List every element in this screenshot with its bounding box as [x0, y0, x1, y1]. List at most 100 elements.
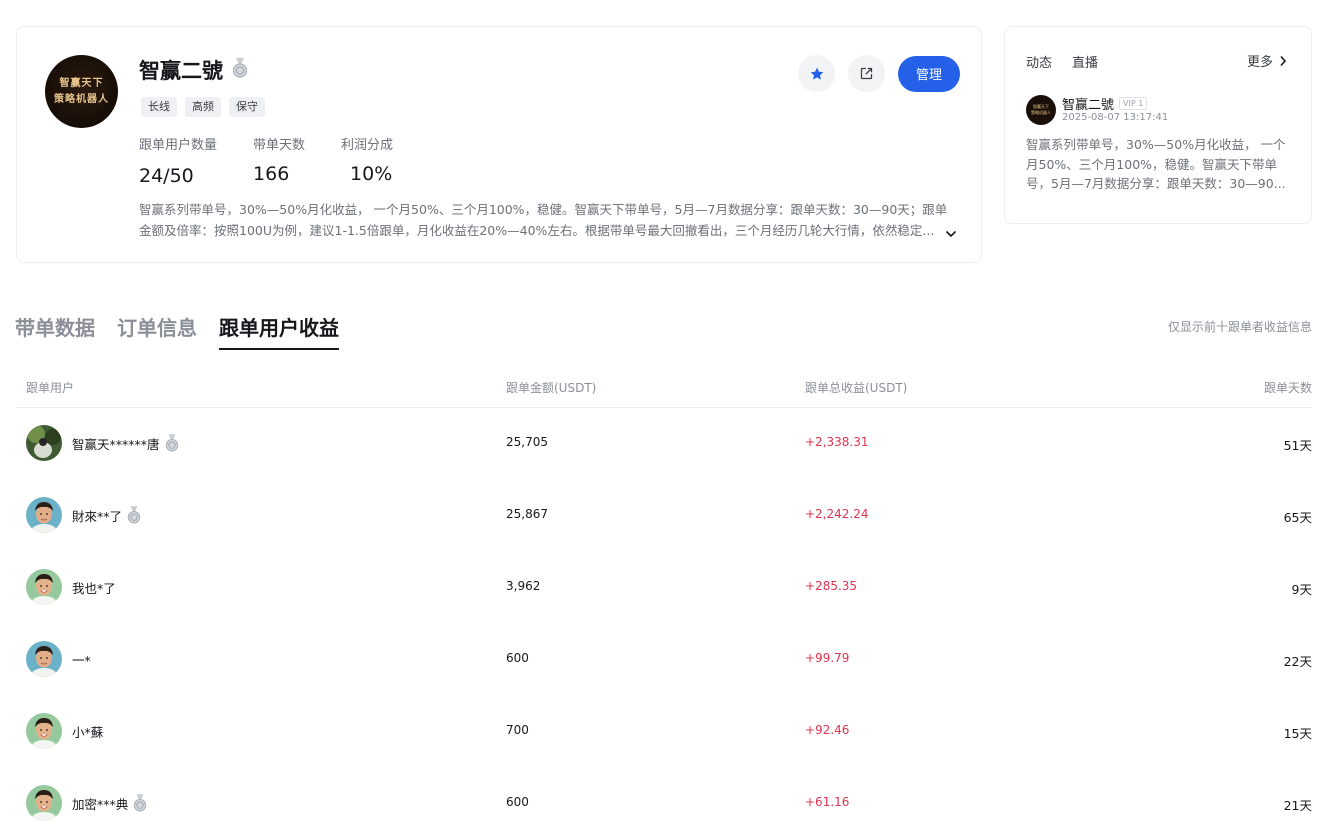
avatar	[26, 641, 62, 677]
chevron-right-icon	[1280, 55, 1287, 66]
avatar	[26, 425, 62, 461]
silver-medal-icon	[232, 58, 248, 82]
table-row[interactable]: 一* 600 +99.79 22天	[16, 623, 1312, 695]
section-tabs: 带单数据 订单信息 跟单用户收益	[15, 312, 339, 350]
more-label: 更多	[1246, 55, 1273, 70]
total-profit: +2,338.31	[805, 435, 869, 449]
post-author-avatar[interactable]: 智赢天下 策略机器人	[1026, 95, 1056, 125]
follower-cell: 我也*了	[26, 569, 116, 605]
share-button[interactable]	[848, 55, 885, 92]
trader-profile-card: 智赢天下 策略机器人 智赢二號 长线 高频 保守 跟单用户数量 24/50 带单…	[16, 26, 982, 263]
table-row[interactable]: 智赢天******唐 25,705 +2,338.31 51天	[16, 407, 1312, 479]
tab-order-info[interactable]: 订单信息	[117, 312, 197, 350]
tab-activity[interactable]: 动态	[1026, 52, 1052, 71]
description-line-2: 金额及倍率：按照100U为例，建议1-1.5倍跟单，月化收益在20%—40%左右…	[139, 223, 935, 238]
chevron-down-icon[interactable]	[945, 224, 957, 243]
stat-profit-share: 利润分成 10%	[341, 137, 393, 188]
follower-name: 智赢天******唐	[72, 436, 160, 452]
follower-name: 我也*了	[72, 580, 116, 596]
follow-amount: 25,867	[506, 507, 548, 521]
post-author-name: 智赢二號	[1062, 98, 1115, 113]
manage-button[interactable]: 管理	[898, 55, 960, 92]
follower-cell: 智赢天******唐	[26, 425, 179, 461]
trader-name: 智赢二號	[139, 59, 223, 83]
follow-days: 22天	[1283, 654, 1312, 669]
more-link[interactable]: 更多	[1247, 51, 1287, 70]
follow-days: 51天	[1283, 438, 1312, 453]
stat-label: 利润分成	[341, 138, 394, 153]
silver-medal-icon	[133, 794, 147, 812]
table-header: 跟单用户 跟单金额(USDT) 跟单总收益(USDT) 跟单天数	[16, 370, 1312, 408]
profile-actions: 管理	[798, 55, 960, 92]
post-text[interactable]: 智赢系列带单号，30%—50%月化收益， 一个月50%、三个月100%，稳健。智…	[1026, 135, 1294, 195]
follow-days: 15天	[1283, 726, 1312, 741]
table-row[interactable]: 財來**了 25,867 +2,242.24 65天	[16, 479, 1312, 551]
stat-value: 24/50	[139, 165, 194, 187]
tag-high-frequency: 高频	[185, 97, 221, 117]
tab-trading-data[interactable]: 带单数据	[15, 312, 95, 350]
avatar	[26, 497, 62, 533]
follow-amount: 600	[506, 651, 529, 665]
total-profit: +99.79	[805, 651, 850, 665]
favorite-button[interactable]	[798, 55, 835, 92]
trader-avatar: 智赢天下 策略机器人	[45, 55, 118, 128]
stat-value: 10%	[350, 163, 393, 185]
header-days: 跟单天数	[1263, 381, 1312, 395]
avatar	[26, 569, 62, 605]
silver-medal-icon	[165, 434, 179, 452]
description-line-1: 智赢系列带单号，30%—50%月化收益， 一个月50%、三个月100%，稳健。智…	[139, 202, 948, 217]
follower-name: 財來**了	[72, 508, 123, 524]
silver-medal-icon	[127, 506, 141, 524]
vip-badge: VIP 1	[1119, 97, 1148, 110]
follow-days: 65天	[1283, 510, 1312, 525]
avatar-text-line2: 策略机器人	[1031, 110, 1051, 115]
stat-followers: 跟单用户数量 24/50	[139, 137, 217, 188]
post-author-row: 智赢二號 VIP 1	[1062, 94, 1148, 113]
follower-cell: 加密***典	[26, 785, 147, 821]
trader-stats: 跟单用户数量 24/50 带单天数 166 利润分成 10%	[139, 137, 429, 188]
stat-value: 166	[253, 163, 290, 185]
follow-amount: 3,962	[506, 579, 541, 593]
feed-tabs: 动态 直播	[1026, 52, 1098, 71]
table-row[interactable]: 我也*了 3,962 +285.35 9天	[16, 551, 1312, 623]
follower-name: 加密***典	[72, 796, 129, 812]
follower-cell: 一*	[26, 641, 91, 677]
total-profit: +61.16	[805, 795, 850, 809]
follow-amount: 25,705	[506, 435, 548, 449]
star-icon	[810, 67, 823, 80]
follow-days: 21天	[1283, 798, 1312, 813]
total-profit: +92.46	[805, 723, 850, 737]
follow-amount: 600	[506, 795, 529, 809]
stat-label: 跟单用户数量	[139, 138, 218, 153]
tab-live[interactable]: 直播	[1072, 52, 1098, 71]
stat-trading-days: 带单天数 166	[253, 137, 305, 188]
avatar	[26, 713, 62, 749]
follower-cell: 財來**了	[26, 497, 141, 533]
follower-name: 小*蘇	[72, 724, 104, 740]
table-row[interactable]: 加密***典 600 +61.16 21天	[16, 767, 1312, 832]
trader-name-row: 智赢二號	[139, 55, 248, 85]
tag-long-term: 长线	[141, 97, 177, 117]
follower-name: 一*	[72, 652, 91, 668]
avatar-text-line1: 智赢天下	[59, 77, 104, 89]
total-profit: +2,242.24	[805, 507, 869, 521]
trader-description: 智赢系列带单号，30%—50%月化收益， 一个月50%、三个月100%，稳健。智…	[139, 199, 951, 241]
follow-amount: 700	[506, 723, 529, 737]
total-profit: +285.35	[805, 579, 858, 593]
tag-conservative: 保守	[229, 97, 265, 117]
share-icon	[860, 67, 873, 80]
header-total-profit: 跟单总收益(USDT)	[805, 381, 908, 395]
header-amount: 跟单金额(USDT)	[506, 381, 597, 395]
follower-cell: 小*蘇	[26, 713, 103, 749]
table-row[interactable]: 小*蘇 700 +92.46 15天	[16, 695, 1312, 767]
follow-days: 9天	[1291, 582, 1312, 597]
tabs-note: 仅显示前十跟单者收益信息	[1167, 320, 1312, 334]
post-timestamp: 2025-08-07 13:17:41	[1062, 112, 1169, 123]
stat-label: 带单天数	[253, 138, 306, 153]
avatar-text-line2: 策略机器人	[54, 93, 109, 105]
tab-follower-earnings[interactable]: 跟单用户收益	[219, 312, 339, 350]
activity-feed-card: 动态 直播 更多 智赢天下 策略机器人 智赢二號 VIP 1 2025-08-0…	[1004, 26, 1312, 224]
avatar	[26, 785, 62, 821]
trader-tags: 长线 高频 保守	[141, 97, 265, 117]
header-follower: 跟单用户	[26, 381, 75, 395]
